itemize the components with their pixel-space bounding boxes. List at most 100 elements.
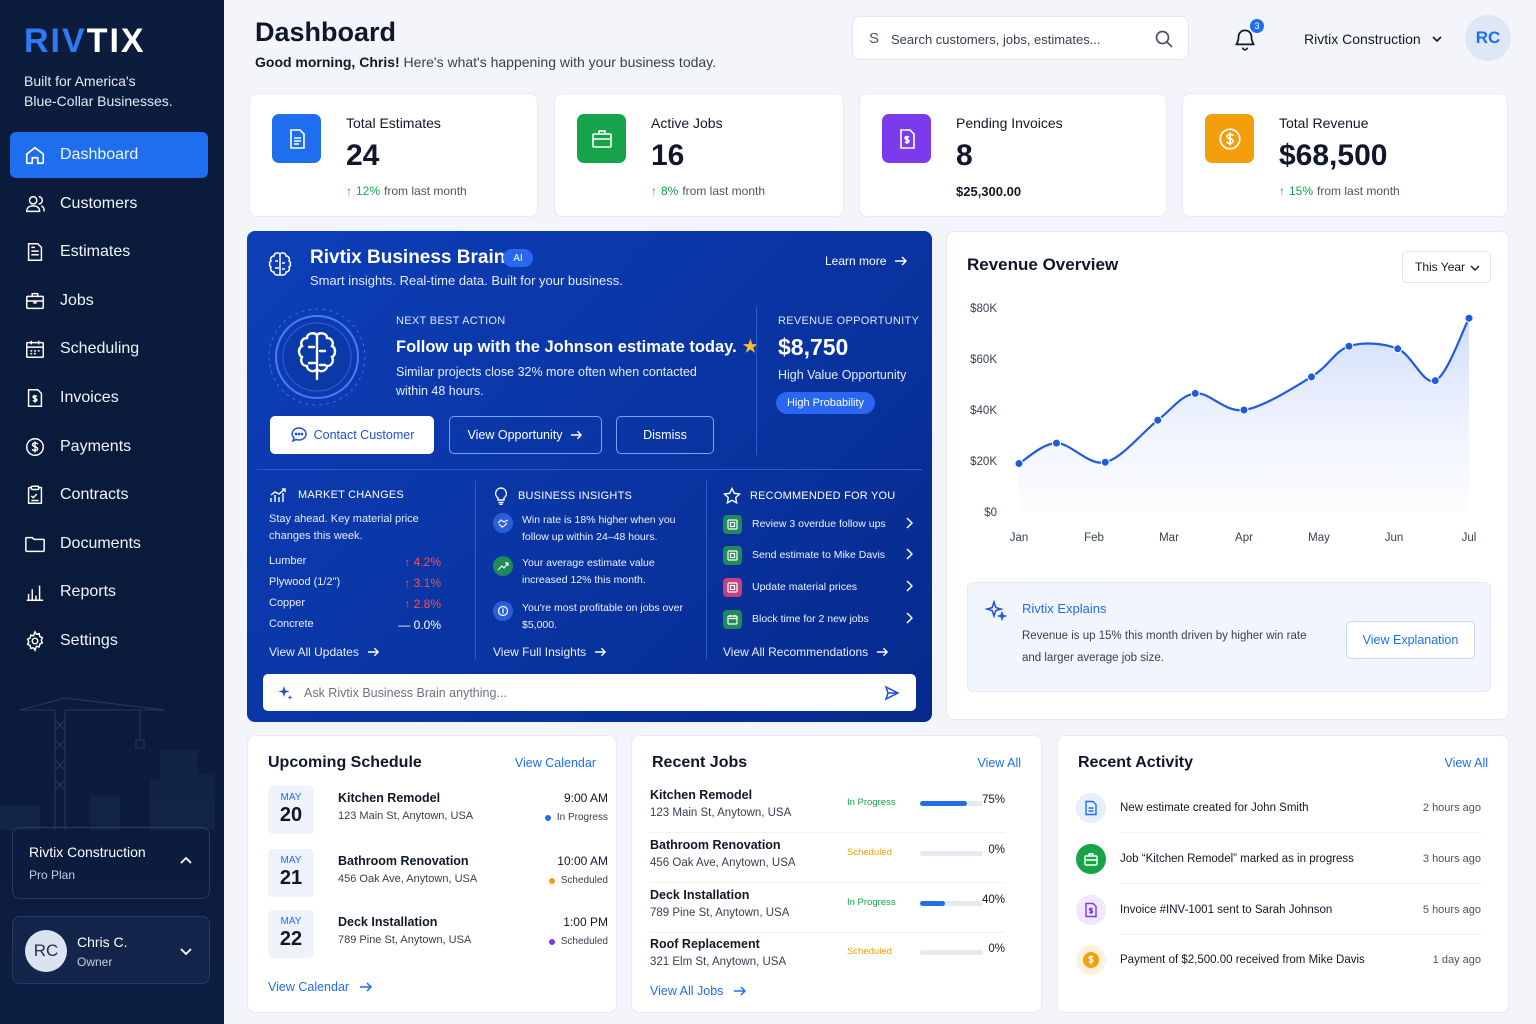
ask-brain-input[interactable]	[304, 685, 864, 700]
user-menu[interactable]: RC Chris C. Owner	[12, 916, 210, 984]
schedule-address: 789 Pine St, Anytown, USA	[338, 934, 472, 946]
activity-item[interactable]: Invoice #INV-1001 sent to Sarah Johnson …	[1076, 895, 1490, 927]
stat-change: ↑ 8% from last month	[651, 184, 765, 198]
divider	[650, 882, 1005, 883]
recommendation-label: Update material prices	[752, 581, 858, 593]
sidebar-item-reports[interactable]: Reports	[10, 569, 208, 615]
sidebar-item-estimates[interactable]: Estimates	[10, 229, 208, 275]
schedule-item[interactable]: MAY 21 Bathroom Renovation 456 Oak Ave, A…	[268, 849, 608, 897]
revenue-data-point[interactable]	[1430, 376, 1440, 386]
revenue-data-point[interactable]	[1100, 457, 1110, 467]
sidebar-item-scheduling[interactable]: Scheduling	[10, 326, 208, 372]
greeting: Good morning, Chris! Here's what's happe…	[255, 54, 716, 70]
contact-customer-button[interactable]: Contact Customer	[270, 416, 434, 454]
search-input[interactable]	[891, 28, 1141, 50]
activity-item[interactable]: Payment of $2,500.00 received from Mike …	[1076, 945, 1490, 977]
revenue-data-point[interactable]	[1344, 341, 1354, 351]
arrow-right-icon	[734, 986, 747, 996]
sidebar-item-payments[interactable]: Payments	[10, 424, 208, 470]
sidebar-item-label: Dashboard	[60, 146, 139, 163]
job-status: Scheduled	[847, 946, 892, 957]
schedule-item[interactable]: MAY 22 Deck Installation 789 Pine St, Any…	[268, 910, 608, 958]
period-select[interactable]: This Year	[1402, 251, 1491, 283]
view-all-jobs-footer-link[interactable]: View All Jobs	[650, 984, 747, 998]
divider	[756, 307, 757, 455]
material-name: Plywood (1/2")	[269, 576, 341, 588]
x-tick-label: Jun	[1385, 532, 1404, 544]
view-calendar-footer-link[interactable]: View Calendar	[268, 980, 373, 994]
recommendation-item[interactable]: Update material prices	[723, 577, 913, 597]
revenue-data-point[interactable]	[1190, 388, 1200, 398]
market-changes-description: Stay ahead. Key material price changes t…	[269, 513, 419, 542]
card-title: Recent Jobs	[652, 754, 748, 771]
job-row[interactable]: Roof Replacement 321 Elm St, Anytown, US…	[650, 937, 1005, 975]
dismiss-button[interactable]: Dismiss	[616, 416, 714, 454]
sidebar-item-contracts[interactable]: Contracts	[10, 472, 208, 518]
link-label: View All Jobs	[650, 984, 724, 998]
status-dot	[548, 938, 555, 945]
sidebar-item-documents[interactable]: Documents	[10, 521, 208, 567]
arrow-right-icon	[367, 647, 379, 657]
y-tick-label: $40K	[970, 405, 997, 417]
schedule-item[interactable]: MAY 20 Kitchen Remodel 123 Main St, Anyto…	[268, 786, 608, 834]
revenue-data-point[interactable]	[1307, 372, 1316, 382]
search-icon[interactable]	[1154, 29, 1174, 49]
stat-card-total-estimates[interactable]: Total Estimates 24 ↑ 12% from last month	[249, 93, 538, 217]
insight-item: You're most profitable on jobs over $5,0…	[493, 600, 703, 633]
sidebar-item-invoices[interactable]: Invoices	[10, 375, 208, 421]
sidebar-item-settings[interactable]: Settings	[10, 618, 208, 664]
stat-label: Total Revenue	[1279, 115, 1369, 131]
stat-card-pending-invoices[interactable]: Pending Invoices 8 $25,300.00	[859, 93, 1167, 217]
revenue-data-point[interactable]	[1393, 344, 1403, 354]
rivtix-explains-box: Rivtix Explains Revenue is up 15% this m…	[967, 582, 1491, 692]
avatar[interactable]: RC	[1465, 15, 1511, 61]
recent-jobs-card: Recent Jobs View All Kitchen Remodel 123…	[631, 735, 1042, 1013]
card-title: Upcoming Schedule	[268, 754, 422, 771]
recommendation-item[interactable]: Block time for 2 new jobs	[723, 609, 913, 629]
send-icon[interactable]	[884, 685, 900, 701]
sidebar-item-customers[interactable]: Customers	[10, 181, 208, 227]
contact-customer-label: Contact Customer	[313, 428, 415, 442]
view-all-recommendations-link[interactable]: View All Recommendations	[723, 645, 889, 659]
view-explanation-button[interactable]: View Explanation	[1346, 621, 1475, 659]
revenue-data-point[interactable]	[1153, 415, 1163, 425]
view-all-jobs-link[interactable]: View All	[977, 756, 1021, 770]
organization-switcher[interactable]: Rivtix Construction Pro Plan	[12, 827, 210, 899]
notifications-button[interactable]: 3	[1232, 19, 1264, 52]
activity-item[interactable]: New estimate created for John Smith 2 ho…	[1076, 793, 1490, 825]
company-switcher[interactable]: Rivtix Construction	[1304, 31, 1443, 47]
sidebar-item-dashboard[interactable]: Dashboard	[10, 132, 208, 178]
view-full-insights-link[interactable]: View Full Insights	[493, 645, 607, 659]
x-tick-label: Feb	[1084, 532, 1104, 544]
brain-icon	[268, 252, 292, 276]
revenue-opportunity-label: REVENUE OPPORTUNITY	[778, 315, 920, 327]
date-day: 22	[279, 928, 303, 950]
stat-card-total-revenue[interactable]: Total Revenue $68,500 ↑ 15% from last mont…	[1182, 93, 1508, 217]
view-opportunity-button[interactable]: View Opportunity	[449, 416, 602, 454]
revenue-data-point[interactable]	[1052, 438, 1061, 448]
job-row[interactable]: Bathroom Renovation 456 Oak Ave, Anytown…	[650, 838, 1005, 876]
view-all-updates-link[interactable]: View All Updates	[269, 645, 380, 659]
logo[interactable]: RIVTIX	[24, 22, 146, 61]
activity-item[interactable]: Job “Kitchen Remodel” marked as in progr…	[1076, 844, 1490, 876]
company-name: Rivtix Construction	[1304, 31, 1421, 47]
calendar-icon	[26, 341, 44, 359]
card-title: Revenue Overview	[967, 255, 1119, 274]
job-row[interactable]: Kitchen Remodel 123 Main St, Anytown, US…	[650, 788, 1005, 826]
sidebar-item-label: Reports	[60, 583, 117, 601]
recommendation-item[interactable]: Review 3 overdue follow ups	[723, 514, 913, 534]
schedule-address: 456 Oak Ave, Anytown, USA	[338, 873, 478, 885]
chevron-right-icon	[906, 517, 913, 529]
revenue-data-point[interactable]	[1239, 405, 1249, 415]
stat-label: Active Jobs	[651, 115, 723, 131]
view-all-activity-link[interactable]: View All	[1444, 756, 1488, 770]
learn-more-link[interactable]: Learn more	[825, 254, 908, 268]
job-row[interactable]: Deck Installation 789 Pine St, Anytown, …	[650, 888, 1005, 926]
stat-card-active-jobs[interactable]: Active Jobs 16 ↑ 8% from last month	[554, 93, 844, 217]
sidebar-item-jobs[interactable]: Jobs	[10, 278, 208, 324]
x-tick-label: Mar	[1159, 532, 1179, 544]
revenue-data-point[interactable]	[1464, 313, 1474, 323]
recommendation-item[interactable]: Send estimate to Mike Davis	[723, 545, 913, 565]
view-calendar-link[interactable]: View Calendar	[515, 756, 596, 770]
revenue-data-point[interactable]	[1014, 459, 1024, 469]
